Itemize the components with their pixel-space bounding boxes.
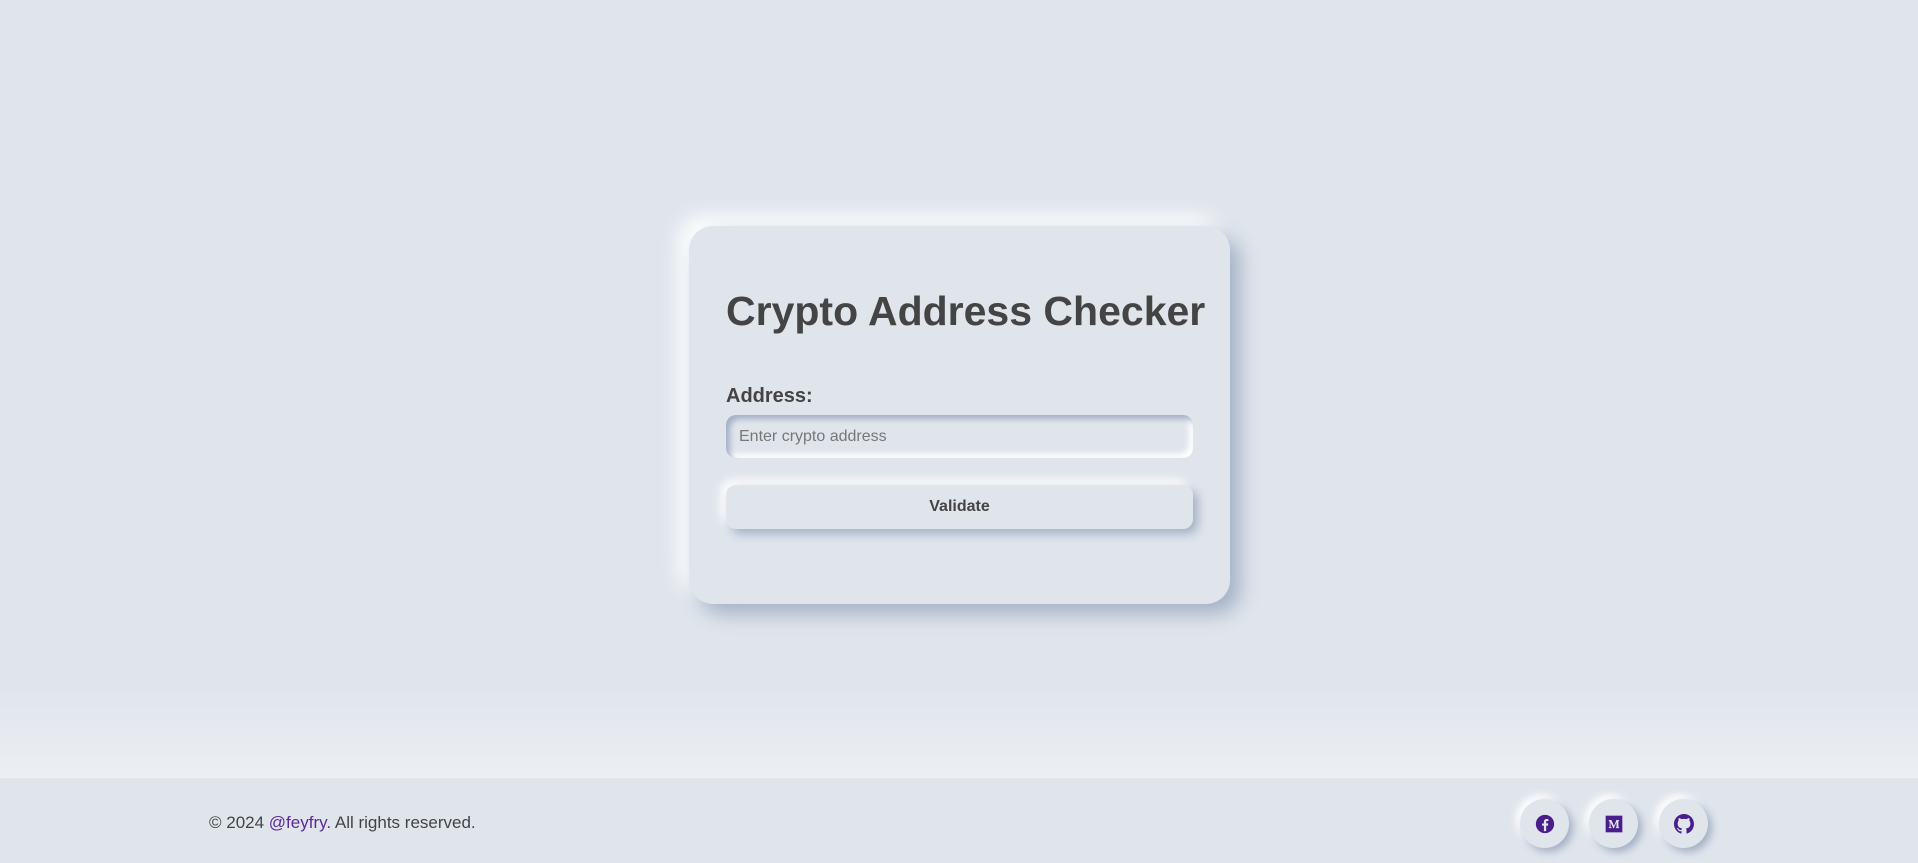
author-link[interactable]: @feyfry: [269, 813, 327, 832]
page-title: Crypto Address Checker: [726, 288, 1206, 334]
facebook-button[interactable]: [1520, 799, 1569, 848]
medium-button[interactable]: [1589, 799, 1638, 848]
checker-card: Crypto Address Checker Address: Validate: [689, 226, 1230, 604]
footer-glow: [0, 688, 1918, 778]
medium-icon: [1604, 814, 1624, 834]
github-button[interactable]: [1659, 799, 1708, 848]
page: Crypto Address Checker Address: Validate…: [0, 0, 1918, 863]
validate-button[interactable]: Validate: [726, 485, 1193, 529]
github-icon: [1673, 813, 1694, 834]
address-label: Address:: [726, 385, 813, 407]
copyright-prefix: © 2024: [209, 813, 269, 832]
facebook-icon: [1535, 814, 1555, 834]
copyright-suffix: . All rights reserved.: [326, 813, 476, 832]
footer: © 2024 @feyfry. All rights reserved.: [0, 778, 1918, 863]
address-input[interactable]: [726, 415, 1193, 458]
copyright-text: © 2024 @feyfry. All rights reserved.: [209, 813, 476, 833]
